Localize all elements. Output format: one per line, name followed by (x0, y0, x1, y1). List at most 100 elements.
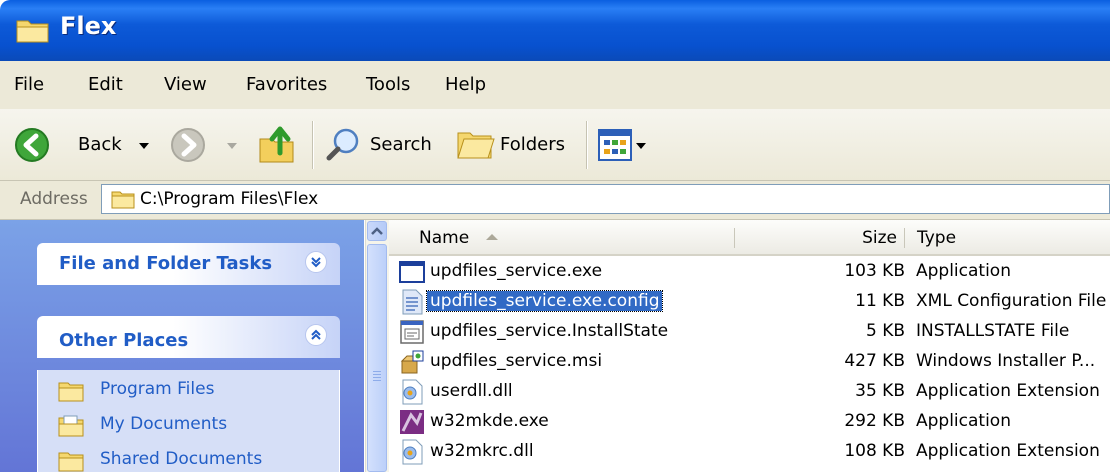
toolbar: Back Search Folders (0, 109, 1110, 181)
column-type[interactable]: Type (905, 220, 1110, 254)
folders-button[interactable]: Folders (450, 121, 580, 169)
column-name[interactable]: Name (389, 220, 734, 254)
back-button[interactable]: Back (8, 121, 158, 169)
toolbar-separator (586, 121, 588, 169)
vertical-scrollbar[interactable] (365, 220, 389, 472)
other-places-header[interactable]: Other Places (37, 316, 340, 358)
file-size: 427 KB (844, 351, 905, 371)
file-row[interactable]: userdll.dll 35 KB Application Extension (389, 377, 1110, 407)
folder-icon (58, 382, 84, 402)
views-button[interactable] (594, 121, 654, 169)
address-bar: Address C:\Program Files\Flex (0, 181, 1110, 220)
title-bar[interactable]: Flex (0, 0, 1110, 61)
up-folder-icon (259, 126, 294, 163)
scroll-thumb[interactable] (367, 244, 387, 472)
application-icon (399, 261, 425, 283)
forward-arrow-icon (171, 128, 205, 162)
sort-ascending-icon (486, 234, 498, 240)
file-size: 5 KB (865, 321, 905, 341)
file-name: w32mkrc.dll (430, 441, 534, 461)
address-field[interactable]: C:\Program Files\Flex (101, 184, 1110, 214)
menu-bar: File Edit View Favorites Tools Help (0, 61, 1110, 110)
scroll-up-button[interactable] (367, 221, 387, 241)
generic-file-icon (400, 320, 424, 344)
file-row[interactable]: w32mkde.exe 292 KB Application (389, 407, 1110, 437)
file-size: 292 KB (844, 411, 905, 431)
address-path: C:\Program Files\Flex (140, 189, 319, 209)
back-dropdown-icon[interactable] (139, 143, 149, 149)
place-label: My Documents (100, 414, 228, 434)
other-places-title: Other Places (59, 330, 189, 351)
file-list: Name Size Type updfiles_service.exe 103 … (389, 220, 1110, 472)
forward-dropdown-icon[interactable] (227, 143, 237, 149)
folders-icon (457, 132, 495, 159)
menu-file[interactable]: File (14, 74, 44, 95)
file-size: 108 KB (844, 441, 905, 461)
file-row[interactable]: updfiles_service.InstallState 5 KB INSTA… (389, 317, 1110, 347)
scroll-grip (373, 374, 381, 375)
mkde-exe-icon (400, 410, 424, 434)
expand-chevron-icon[interactable] (305, 251, 327, 273)
file-name: w32mkde.exe (430, 411, 549, 431)
search-button[interactable]: Search (320, 121, 440, 169)
forward-button[interactable] (166, 121, 246, 169)
file-type: Application (916, 261, 1011, 281)
file-row[interactable]: updfiles_service.msi 427 KB Windows Inst… (389, 347, 1110, 377)
toolbar-separator (312, 121, 314, 169)
file-size: 11 KB (855, 291, 905, 311)
folder-icon (16, 16, 50, 48)
menu-favorites[interactable]: Favorites (246, 74, 327, 95)
file-folder-tasks-header[interactable]: File and Folder Tasks (37, 243, 340, 285)
file-name: updfiles_service.exe.config (425, 290, 664, 312)
file-row[interactable]: updfiles_service.exe 103 KB Application (389, 257, 1110, 287)
column-size-label: Size (862, 228, 897, 248)
file-type: XML Configuration File (916, 291, 1107, 311)
scroll-grip (373, 380, 381, 381)
search-icon (326, 128, 359, 161)
address-label: Address (20, 189, 88, 209)
menu-view[interactable]: View (164, 74, 207, 95)
xml-config-icon (402, 289, 423, 315)
column-header: Name Size Type (389, 220, 1110, 256)
window-title: Flex (60, 12, 117, 40)
views-dropdown-icon[interactable] (636, 143, 646, 149)
folders-label: Folders (500, 134, 566, 155)
file-row[interactable]: w32mkrc.dll 108 KB Application Extension (389, 437, 1110, 467)
menu-tools[interactable]: Tools (366, 74, 410, 95)
collapse-chevron-icon[interactable] (305, 324, 327, 346)
scroll-up-arrow-icon (371, 227, 383, 235)
file-type: INSTALLSTATE File (916, 321, 1070, 341)
scroll-grip (373, 371, 381, 372)
column-name-label: Name (419, 228, 470, 248)
file-folder-tasks-title: File and Folder Tasks (59, 253, 273, 274)
column-type-label: Type (917, 228, 957, 248)
file-name: updfiles_service.msi (430, 351, 603, 371)
column-size[interactable]: Size (735, 220, 903, 254)
other-places-panel: Program Files My Documents Shared Docume… (37, 370, 340, 472)
shared-folder-icon (58, 452, 84, 472)
dll-icon (402, 439, 423, 465)
file-size: 35 KB (855, 381, 905, 401)
my-documents-icon (58, 415, 84, 437)
menu-edit[interactable]: Edit (88, 74, 123, 95)
file-type: Application (916, 411, 1011, 431)
views-grid-icon (598, 129, 632, 161)
file-name: userdll.dll (430, 381, 513, 401)
back-label: Back (78, 134, 122, 155)
file-type: Application Extension (916, 381, 1100, 401)
file-row-selected[interactable]: updfiles_service.exe.config 11 KB XML Co… (389, 287, 1110, 317)
file-name: updfiles_service.exe (430, 261, 603, 281)
back-arrow-icon (15, 128, 49, 162)
place-label: Program Files (100, 379, 215, 399)
place-label: Shared Documents (100, 449, 263, 469)
search-label: Search (370, 134, 432, 155)
file-name: updfiles_service.InstallState (430, 321, 669, 341)
file-type: Application Extension (916, 441, 1100, 461)
up-folder-button[interactable] (252, 121, 302, 169)
scroll-grip (373, 377, 381, 378)
menu-help[interactable]: Help (445, 74, 486, 95)
installer-package-icon (400, 350, 424, 374)
file-type: Windows Installer P... (916, 351, 1096, 371)
file-size: 103 KB (844, 261, 905, 281)
dll-icon (402, 379, 423, 405)
